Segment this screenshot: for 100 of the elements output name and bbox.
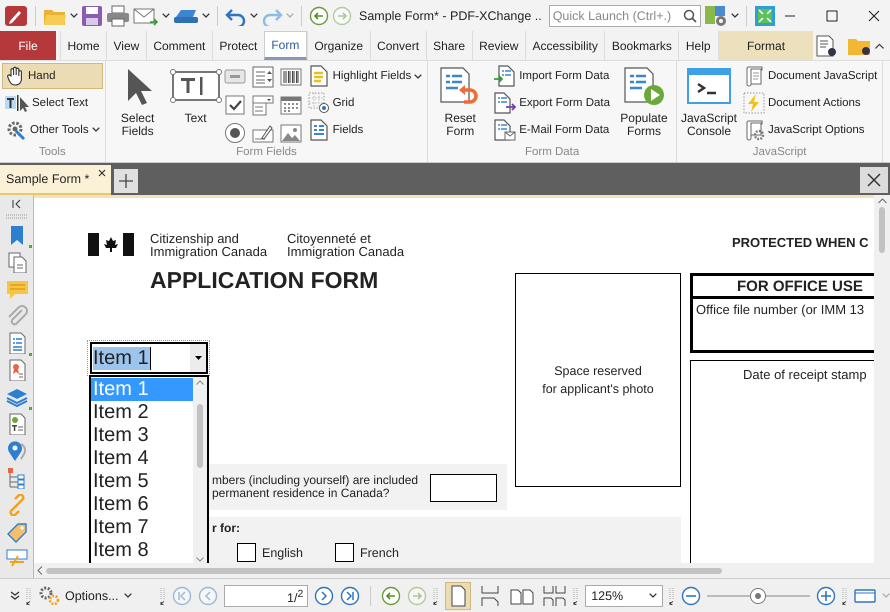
menu-tab[interactable]: File — [0, 31, 56, 60]
agency-name: Citizenship and Immigration Canada — [150, 232, 268, 258]
panel-icon[interactable] — [854, 588, 876, 604]
tree-icon[interactable] — [6, 467, 28, 489]
calendar-icon[interactable] — [280, 94, 302, 116]
ribbon-button[interactable]: Reset Form — [430, 62, 490, 146]
ribbon-button[interactable]: Text — [168, 62, 223, 146]
caret-icon[interactable] — [124, 593, 132, 598]
list-box-icon[interactable] — [252, 66, 274, 88]
caret-icon[interactable] — [730, 13, 739, 18]
checkbox[interactable] — [335, 543, 354, 562]
mail-icon[interactable] — [133, 6, 159, 26]
location-icon[interactable] — [6, 440, 28, 462]
scrollbar-thumb[interactable] — [879, 207, 885, 253]
layers-icon[interactable] — [6, 386, 28, 408]
ribbon-button[interactable]: Document Actions — [740, 90, 880, 116]
list-item[interactable]: Item 5 — [91, 470, 193, 493]
scroll-down-icon[interactable] — [196, 557, 204, 562]
toolbar-grip-icon[interactable] — [433, 586, 440, 604]
checkbox[interactable] — [237, 543, 256, 562]
scroll-up-icon[interactable] — [196, 380, 204, 385]
list-item[interactable]: Item 7 — [91, 516, 193, 539]
zoom-out-icon[interactable] — [680, 586, 701, 606]
pages-icon[interactable] — [6, 251, 28, 273]
list-item[interactable]: Item 8 — [91, 539, 193, 562]
vertical-scrollbar[interactable] — [874, 195, 890, 578]
slider-thumb[interactable] — [750, 588, 766, 604]
single-page-icon[interactable] — [445, 582, 472, 610]
save-icon[interactable] — [81, 4, 103, 26]
next-page-icon[interactable] — [314, 586, 334, 606]
ribbon-button[interactable]: Other Tools — [2, 116, 103, 143]
image-icon[interactable] — [280, 122, 302, 144]
printer-icon[interactable] — [106, 4, 130, 26]
maximize-icon[interactable] — [826, 10, 838, 22]
options-button[interactable]: Options... — [38, 586, 132, 606]
back-icon[interactable] — [309, 6, 329, 26]
ribbon-button[interactable]: Select Text — [2, 90, 103, 116]
collapse-panel-icon[interactable] — [12, 199, 22, 209]
toolbar-grip-icon[interactable] — [573, 586, 580, 604]
caret-icon[interactable] — [250, 13, 258, 18]
ribbon-button[interactable]: Select Fields — [108, 62, 168, 146]
tag-icon[interactable] — [6, 521, 28, 543]
search-icon[interactable] — [682, 8, 697, 22]
chevrons-icon[interactable] — [10, 590, 20, 600]
toolbar-grip-icon[interactable] — [160, 586, 166, 604]
barcode-icon[interactable] — [280, 66, 302, 88]
tools-icon[interactable] — [704, 4, 728, 26]
caret-icon[interactable] — [414, 74, 422, 79]
dropdown-arrow-icon[interactable] — [194, 356, 202, 360]
caret-icon[interactable] — [70, 13, 78, 18]
toolbar-grip-icon[interactable] — [842, 586, 848, 604]
toolbar-grip-icon[interactable] — [668, 586, 675, 604]
zoom-in-icon[interactable] — [816, 586, 836, 606]
flag-icon — [88, 233, 134, 256]
checkbox-icon[interactable] — [224, 94, 246, 116]
combo-box-icon[interactable] — [252, 94, 274, 116]
scroll-left-icon[interactable] — [37, 566, 43, 575]
ribbon-button[interactable]: Grid — [304, 90, 426, 116]
ribbon-button[interactable]: E-Mail Form Data — [491, 116, 613, 143]
document-tab[interactable]: Sample Form * — [0, 165, 112, 195]
search-field[interactable]: Quick Launch (Ctrl+.) — [548, 4, 701, 26]
toolbar-grip-icon[interactable] — [26, 586, 32, 604]
caret-icon[interactable] — [162, 13, 170, 18]
scrollbar-thumb[interactable] — [197, 404, 203, 468]
ribbon-button[interactable]: Hand — [2, 63, 103, 90]
back-icon[interactable] — [381, 586, 402, 606]
continuous-page-icon[interactable] — [479, 584, 502, 606]
ribbon-button[interactable]: Export Form Data — [491, 90, 613, 116]
ribbon-button[interactable]: JavaScript Console — [678, 62, 739, 146]
caret-icon[interactable] — [92, 127, 100, 132]
list-item[interactable]: Item 6 — [91, 493, 193, 516]
scroll-up-icon[interactable] — [878, 198, 886, 204]
group-label: Form Data — [524, 146, 580, 160]
close-icon[interactable] — [868, 10, 880, 22]
menu-tab[interactable]: Format — [718, 31, 814, 60]
logo-icon[interactable] — [4, 4, 28, 26]
ribbon-button[interactable]: Import Form Data — [491, 63, 613, 90]
caret-icon[interactable] — [648, 593, 657, 598]
fullscreen-icon[interactable] — [754, 4, 776, 26]
page-number-field[interactable]: 1/$^{2}$ — [224, 584, 308, 606]
ribbon-button[interactable]: Highlight Fields — [304, 63, 426, 90]
zoom-dropdown[interactable]: 125% — [585, 584, 663, 606]
list-item[interactable]: Item 4 — [91, 447, 193, 470]
close-icon[interactable] — [98, 169, 106, 177]
last-page-icon[interactable] — [340, 586, 360, 606]
caret-icon[interactable] — [202, 13, 210, 18]
new-tab-button[interactable] — [114, 169, 138, 193]
number-input-field[interactable] — [430, 474, 497, 502]
list-item[interactable]: Item 3 — [91, 424, 193, 447]
ribbon-button[interactable]: JavaScript Options — [740, 116, 880, 143]
ribbon-button[interactable]: Document JavaScript — [740, 63, 880, 90]
radio-button-icon[interactable] — [224, 122, 246, 144]
menu-tab[interactable]: Form — [264, 31, 307, 60]
list-item[interactable]: Item 2 — [91, 401, 193, 424]
continuous-facing-icon[interactable] — [543, 584, 568, 606]
close-document-button[interactable] — [860, 167, 888, 193]
combo-box[interactable]: Item 1 — [90, 342, 208, 374]
ribbon-button[interactable]: Populate Forms — [614, 62, 674, 146]
ribbon-button[interactable]: Fields — [304, 116, 426, 143]
scrollbar-thumb[interactable] — [46, 568, 722, 574]
